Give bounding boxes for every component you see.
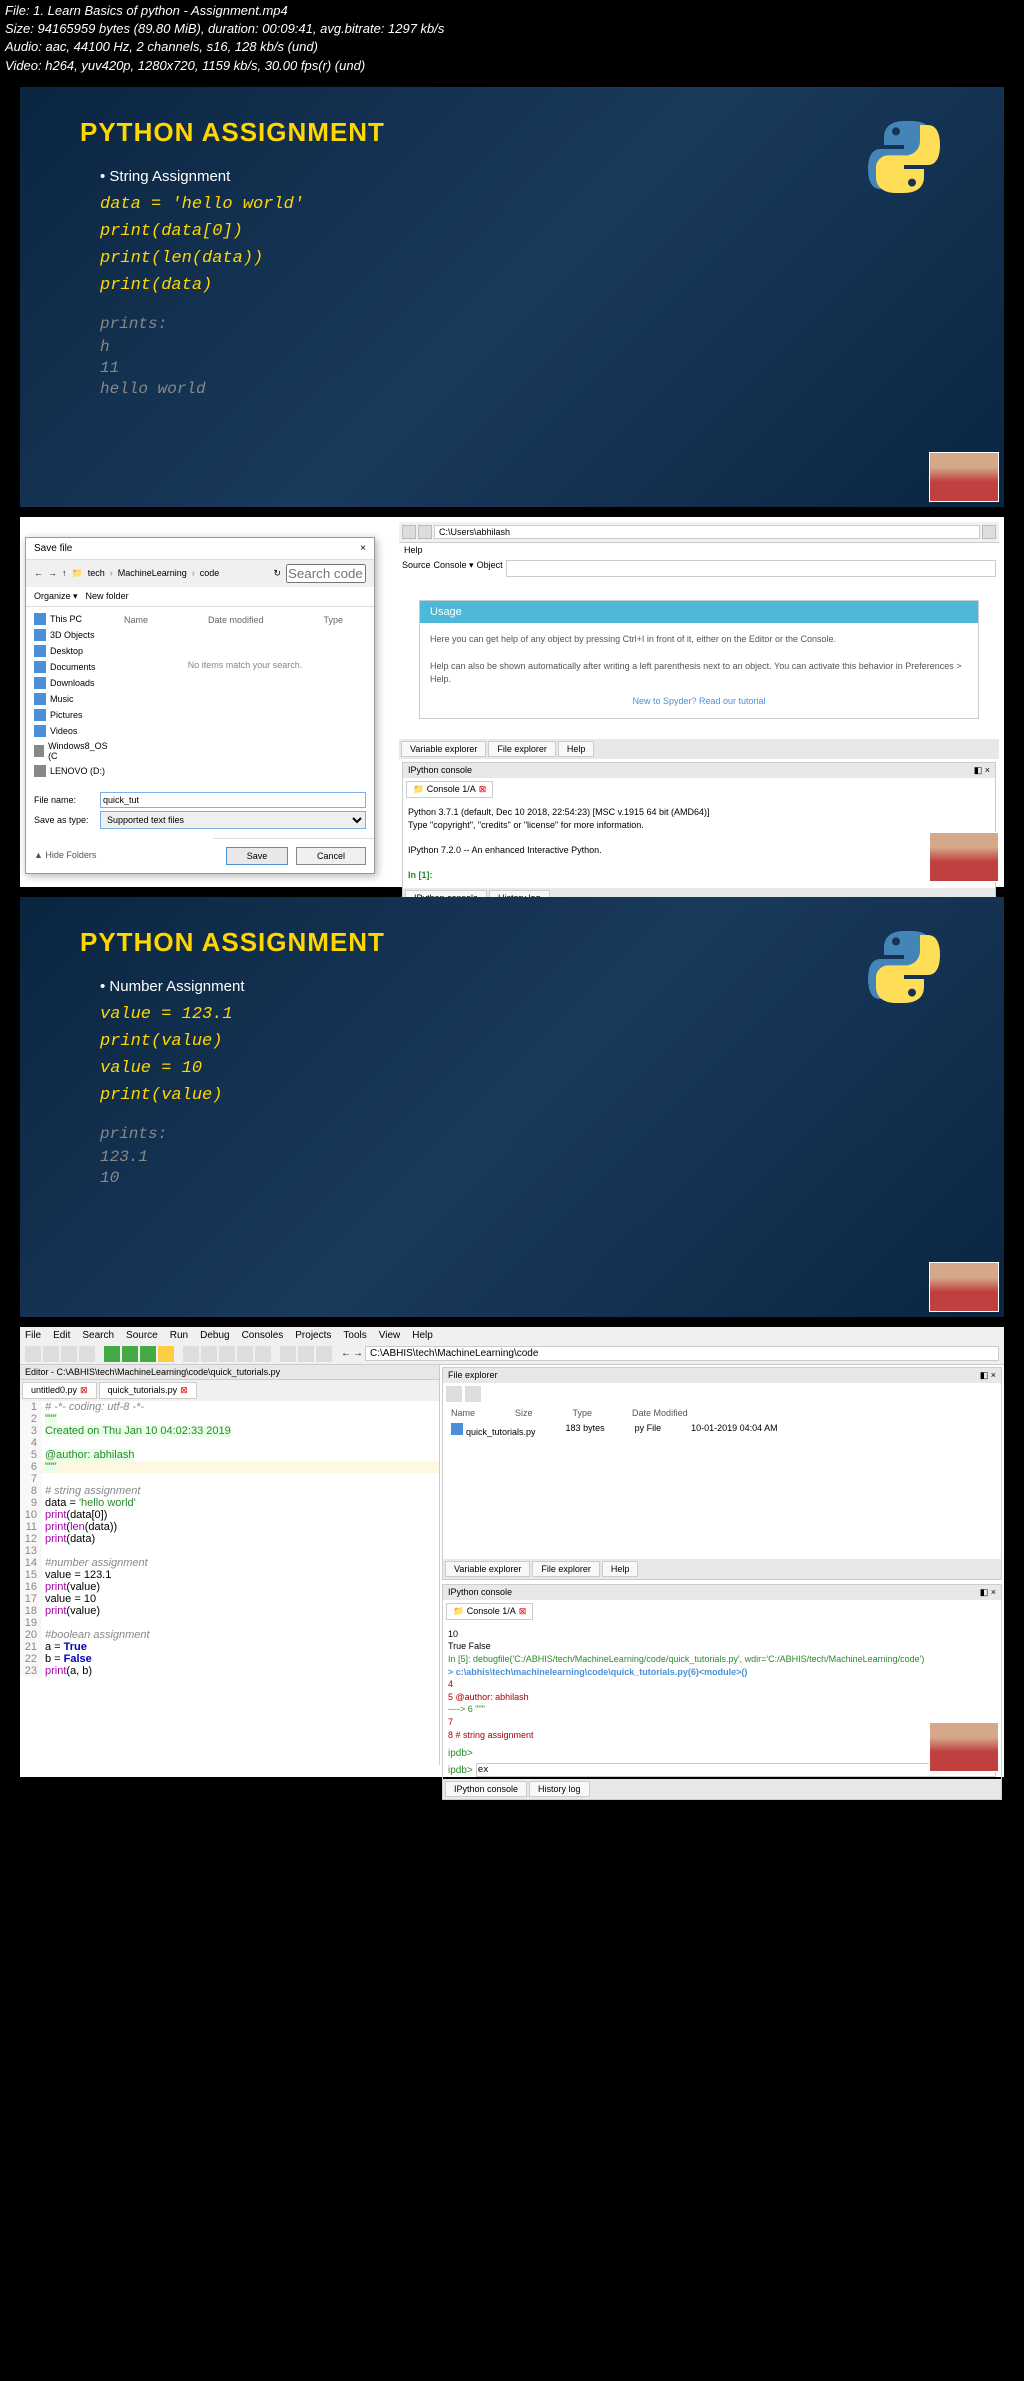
workdir-input[interactable]: C:\ABHIS\tech\MachineLearning\code — [365, 1346, 999, 1361]
saveall-icon[interactable] — [79, 1346, 95, 1362]
slide-title: PYTHON ASSIGNMENT — [80, 117, 944, 148]
webcam-overlay — [929, 1262, 999, 1312]
open-icon[interactable] — [43, 1346, 59, 1362]
toolbar[interactable]: ← → C:\ABHIS\tech\MachineLearning\code — [20, 1344, 1004, 1365]
back-icon[interactable] — [402, 525, 416, 539]
path-input[interactable]: C:\Users\abhilash — [434, 525, 980, 539]
save-icon[interactable] — [61, 1346, 77, 1362]
menubar[interactable]: File Edit Search Source Run Debug Consol… — [20, 1327, 1004, 1344]
close-icon[interactable]: × — [360, 543, 366, 554]
editor-tab[interactable]: untitled0.py⊠ — [22, 1382, 97, 1399]
tab-file-explorer[interactable]: File explorer — [488, 741, 556, 757]
slide-subtitle: String Assignment — [100, 168, 924, 185]
slide-string-assignment: PYTHON ASSIGNMENT String Assignment data… — [20, 87, 1004, 507]
step-into-icon[interactable] — [201, 1346, 217, 1362]
hide-folders-toggle[interactable]: ▲ Hide Folders — [26, 846, 104, 864]
cancel-button[interactable]: Cancel — [296, 847, 366, 865]
stop-icon[interactable] — [255, 1346, 271, 1362]
up-icon[interactable] — [465, 1386, 481, 1402]
empty-message: No items match your search. — [124, 630, 366, 700]
filename-input[interactable] — [100, 792, 366, 808]
ipython-title: IPython console — [408, 765, 472, 776]
webcam-overlay — [929, 832, 999, 882]
spyder-save-screenshot: Save file × ←→↑ 📁 tech› MachineLearning›… — [20, 517, 1004, 887]
new-folder-button[interactable]: New folder — [86, 591, 129, 602]
ipdb-input[interactable] — [476, 1763, 996, 1777]
panel-controls[interactable]: ◧ × — [974, 765, 990, 776]
saveas-select[interactable]: Supported text files — [100, 811, 366, 829]
webcam-overlay — [929, 452, 999, 502]
back-icon[interactable]: ← — [341, 1348, 351, 1359]
step-icon[interactable] — [183, 1346, 199, 1362]
console-tab[interactable]: 📁 Console 1/A⊠ — [406, 781, 493, 798]
zoom-icon[interactable] — [280, 1346, 296, 1362]
new-file-icon[interactable] — [25, 1346, 41, 1362]
dialog-title: Save file — [34, 543, 72, 554]
back-icon[interactable] — [446, 1386, 462, 1402]
tab-help[interactable]: Help — [558, 741, 595, 757]
ipython-output[interactable]: 10True FalseIn [5]: debugfile('C:/ABHIS/… — [443, 1623, 1001, 1746]
save-button[interactable]: Save — [226, 847, 289, 865]
breadcrumb[interactable]: ←→↑ 📁 tech› MachineLearning› code ↻ — [26, 560, 374, 587]
pythonpath-icon[interactable] — [316, 1346, 332, 1362]
editor-title: Editor - C:\ABHIS\tech\MachineLearning\c… — [20, 1365, 439, 1380]
python-logo-icon — [864, 927, 944, 1007]
run-icon[interactable] — [104, 1346, 120, 1362]
forward-icon[interactable] — [418, 525, 432, 539]
file-metadata: File: 1. Learn Basics of python - Assign… — [0, 0, 1024, 77]
file-row[interactable]: quick_tutorials.py 183 bytes py File 10-… — [443, 1421, 1001, 1439]
code-editor[interactable]: 1# -*- coding: utf-8 -*-2"""3Created on … — [20, 1401, 439, 1677]
organize-button[interactable]: Organize ▾ — [34, 591, 78, 602]
tutorial-link[interactable]: New to Spyder? Read our tutorial — [430, 695, 968, 709]
continue-icon[interactable] — [237, 1346, 253, 1362]
debug-icon[interactable] — [158, 1346, 174, 1362]
wrench-icon[interactable] — [298, 1346, 314, 1362]
tab-variable-explorer[interactable]: Variable explorer — [401, 741, 486, 757]
spyder-ide: File Edit Search Source Run Debug Consol… — [20, 1327, 1004, 1777]
step-out-icon[interactable] — [219, 1346, 235, 1362]
object-input[interactable] — [506, 560, 996, 577]
webcam-overlay — [929, 1722, 999, 1772]
folder-tree[interactable]: This PC 3D Objects Desktop Documents Dow… — [26, 607, 116, 783]
help-panel: Usage Here you can get help of any objec… — [419, 600, 979, 720]
editor-tab[interactable]: quick_tutorials.py⊠ — [99, 1382, 197, 1399]
run-cell-icon[interactable] — [122, 1346, 138, 1362]
search-input[interactable] — [286, 564, 366, 583]
run-selection-icon[interactable] — [140, 1346, 156, 1362]
slide-number-assignment: PYTHON ASSIGNMENT Number Assignment valu… — [20, 897, 1004, 1317]
forward-icon[interactable]: → — [353, 1348, 363, 1359]
help-menu[interactable]: Help — [399, 543, 999, 557]
save-file-dialog: Save file × ←→↑ 📁 tech› MachineLearning›… — [25, 537, 375, 874]
folder-icon[interactable] — [982, 525, 996, 539]
python-logo-icon — [864, 117, 944, 197]
console-output[interactable]: Python 3.7.1 (default, Dec 10 2018, 22:5… — [403, 801, 995, 888]
